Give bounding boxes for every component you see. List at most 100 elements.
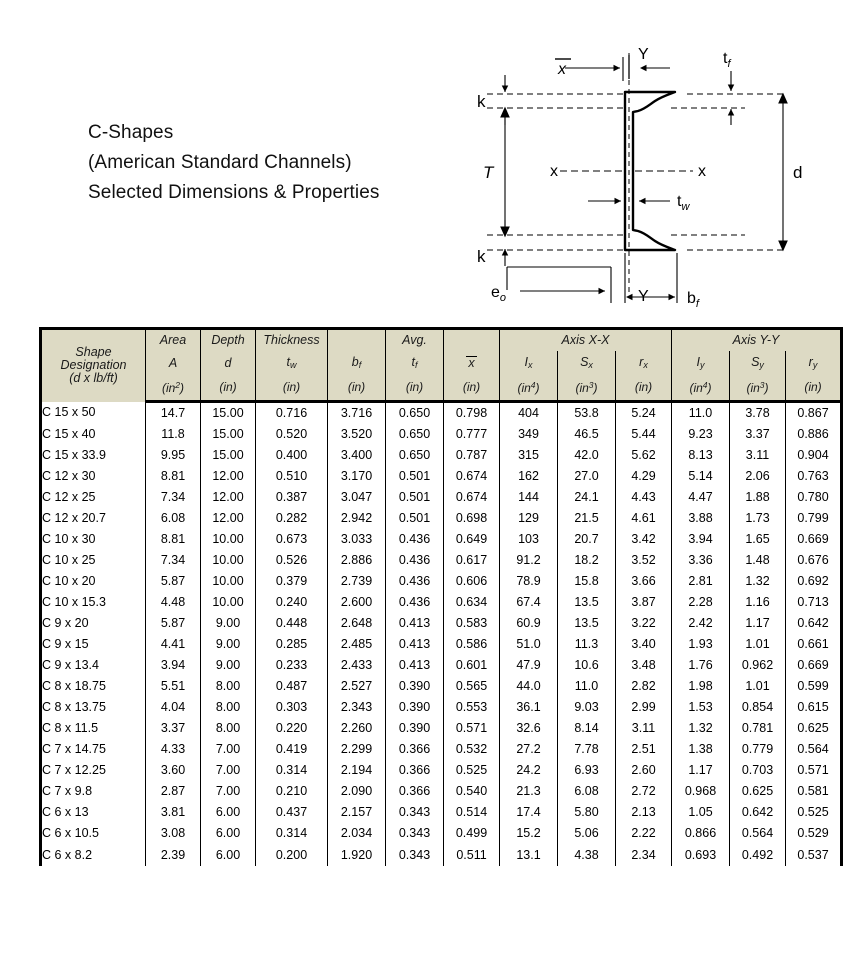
cell-value: 2.82 <box>615 676 672 697</box>
cell-value: 47.9 <box>499 655 558 676</box>
table-row: C 8 x 18.75 5.51 8.00 0.487 2.527 0.390 0.565 4… <box>40 676 842 697</box>
cell-value: 0.674 <box>443 466 500 487</box>
unit-depth: (in) <box>200 376 256 403</box>
cell-value: 1.93 <box>671 634 730 655</box>
cell-value: 9.03 <box>557 697 616 718</box>
cell-value: 2.527 <box>327 676 386 697</box>
sym-area: A <box>145 351 201 376</box>
cell-value: 32.6 <box>499 718 558 739</box>
cell-shape-designation: C 15 x 50 <box>40 401 146 424</box>
cell-value: 0.366 <box>385 760 444 781</box>
cell-value: 2.39 <box>145 844 201 866</box>
table-row: C 15 x 50 14.7 15.00 0.716 3.716 0.650 0.798 40… <box>40 401 842 424</box>
cell-value: 5.51 <box>145 676 201 697</box>
cell-value: 0.343 <box>385 823 444 844</box>
cell-value: 0.650 <box>385 424 444 445</box>
cell-value: 0.487 <box>255 676 328 697</box>
cell-value: 1.98 <box>671 676 730 697</box>
cell-value: 9.95 <box>145 445 201 466</box>
title-line-1: C-Shapes <box>88 122 174 143</box>
cell-value: 162 <box>499 466 558 487</box>
table-row: C 7 x 9.8 2.87 7.00 0.210 2.090 0.366 0.540 21.… <box>40 781 842 802</box>
cell-value: 6.93 <box>557 760 616 781</box>
cell-value: 0.492 <box>729 844 786 866</box>
cell-value: 1.48 <box>729 550 786 571</box>
table-row: C 6 x 8.2 2.39 6.00 0.200 1.920 0.343 0.511 13.… <box>40 844 842 866</box>
cell-value: 24.1 <box>557 487 616 508</box>
table-row: C 6 x 13 3.81 6.00 0.437 2.157 0.343 0.514 17.4… <box>40 802 842 823</box>
cell-shape-designation: C 9 x 13.4 <box>40 655 146 676</box>
cell-value: 27.0 <box>557 466 616 487</box>
cell-value: 0.601 <box>443 655 500 676</box>
cell-value: 0.962 <box>729 655 786 676</box>
cell-value: 0.532 <box>443 739 500 760</box>
cell-value: 5.24 <box>615 401 672 424</box>
cell-value: 0.390 <box>385 676 444 697</box>
cell-value: 12.00 <box>200 487 256 508</box>
eo-label: eo <box>491 284 506 304</box>
sym-bf: bf <box>327 351 386 376</box>
cell-value: 2.13 <box>615 802 672 823</box>
cell-value: 0.586 <box>443 634 500 655</box>
cell-value: 2.433 <box>327 655 386 676</box>
cell-value: 0.698 <box>443 508 500 529</box>
col-header-depth-title: Depth <box>200 328 256 351</box>
cell-value: 0.520 <box>255 424 328 445</box>
cell-value: 1.32 <box>671 718 730 739</box>
cell-value: 12.00 <box>200 508 256 529</box>
cell-value: 46.5 <box>557 424 616 445</box>
cell-value: 3.22 <box>615 613 672 634</box>
cell-value: 4.41 <box>145 634 201 655</box>
cell-value: 4.47 <box>671 487 730 508</box>
cell-value: 3.36 <box>671 550 730 571</box>
unit-iy: (in4) <box>671 376 730 403</box>
cell-value: 0.366 <box>385 781 444 802</box>
table-row: C 15 x 33.9 9.95 15.00 0.400 3.400 0.650 0.787… <box>40 445 842 466</box>
k-top-label: k <box>477 92 486 111</box>
cell-value: 0.617 <box>443 550 500 571</box>
cell-value: 0.615 <box>785 697 842 718</box>
col-header-shape-designation: Shape Designation (d x lb/ft) <box>40 328 146 402</box>
cell-shape-designation: C 10 x 30 <box>40 529 146 550</box>
cell-value: 0.866 <box>671 823 730 844</box>
cell-value: 3.400 <box>327 445 386 466</box>
cell-value: 5.87 <box>145 613 201 634</box>
cell-value: 0.854 <box>729 697 786 718</box>
cell-value: 0.571 <box>443 718 500 739</box>
col-header-xbar-title <box>443 328 500 351</box>
cell-value: 9.23 <box>671 424 730 445</box>
cell-value: 0.649 <box>443 529 500 550</box>
cell-value: 1.05 <box>671 802 730 823</box>
cell-shape-designation: C 12 x 30 <box>40 466 146 487</box>
x-axis-right-label: x <box>698 163 706 180</box>
cell-value: 6.00 <box>200 844 256 866</box>
cell-value: 0.661 <box>785 634 842 655</box>
cell-value: 0.625 <box>785 718 842 739</box>
cell-value: 0.282 <box>255 508 328 529</box>
cell-value: 4.43 <box>615 487 672 508</box>
cell-shape-designation: C 12 x 20.7 <box>40 508 146 529</box>
cell-value: 0.669 <box>785 655 842 676</box>
svg-text:x: x <box>557 61 567 78</box>
table-row: C 9 x 20 5.87 9.00 0.448 2.648 0.413 0.583 60.9… <box>40 613 842 634</box>
cell-shape-designation: C 8 x 11.5 <box>40 718 146 739</box>
cell-value: 15.8 <box>557 571 616 592</box>
cell-value: 3.37 <box>145 718 201 739</box>
cell-value: 8.81 <box>145 466 201 487</box>
cell-value: 3.170 <box>327 466 386 487</box>
cell-value: 144 <box>499 487 558 508</box>
cell-value: 0.650 <box>385 401 444 424</box>
cell-value: 1.65 <box>729 529 786 550</box>
cell-value: 78.9 <box>499 571 558 592</box>
cell-value: 10.00 <box>200 571 256 592</box>
table-body: C 15 x 50 14.7 15.00 0.716 3.716 0.650 0.798 40… <box>40 401 842 866</box>
cell-value: 3.716 <box>327 401 386 424</box>
cell-value: 0.763 <box>785 466 842 487</box>
cell-value: 5.14 <box>671 466 730 487</box>
cell-value: 7.34 <box>145 550 201 571</box>
title-line-3: Selected Dimensions & Properties <box>88 182 380 203</box>
cell-value: 0.343 <box>385 802 444 823</box>
cell-value: 5.62 <box>615 445 672 466</box>
cell-value: 0.565 <box>443 676 500 697</box>
cell-value: 18.2 <box>557 550 616 571</box>
